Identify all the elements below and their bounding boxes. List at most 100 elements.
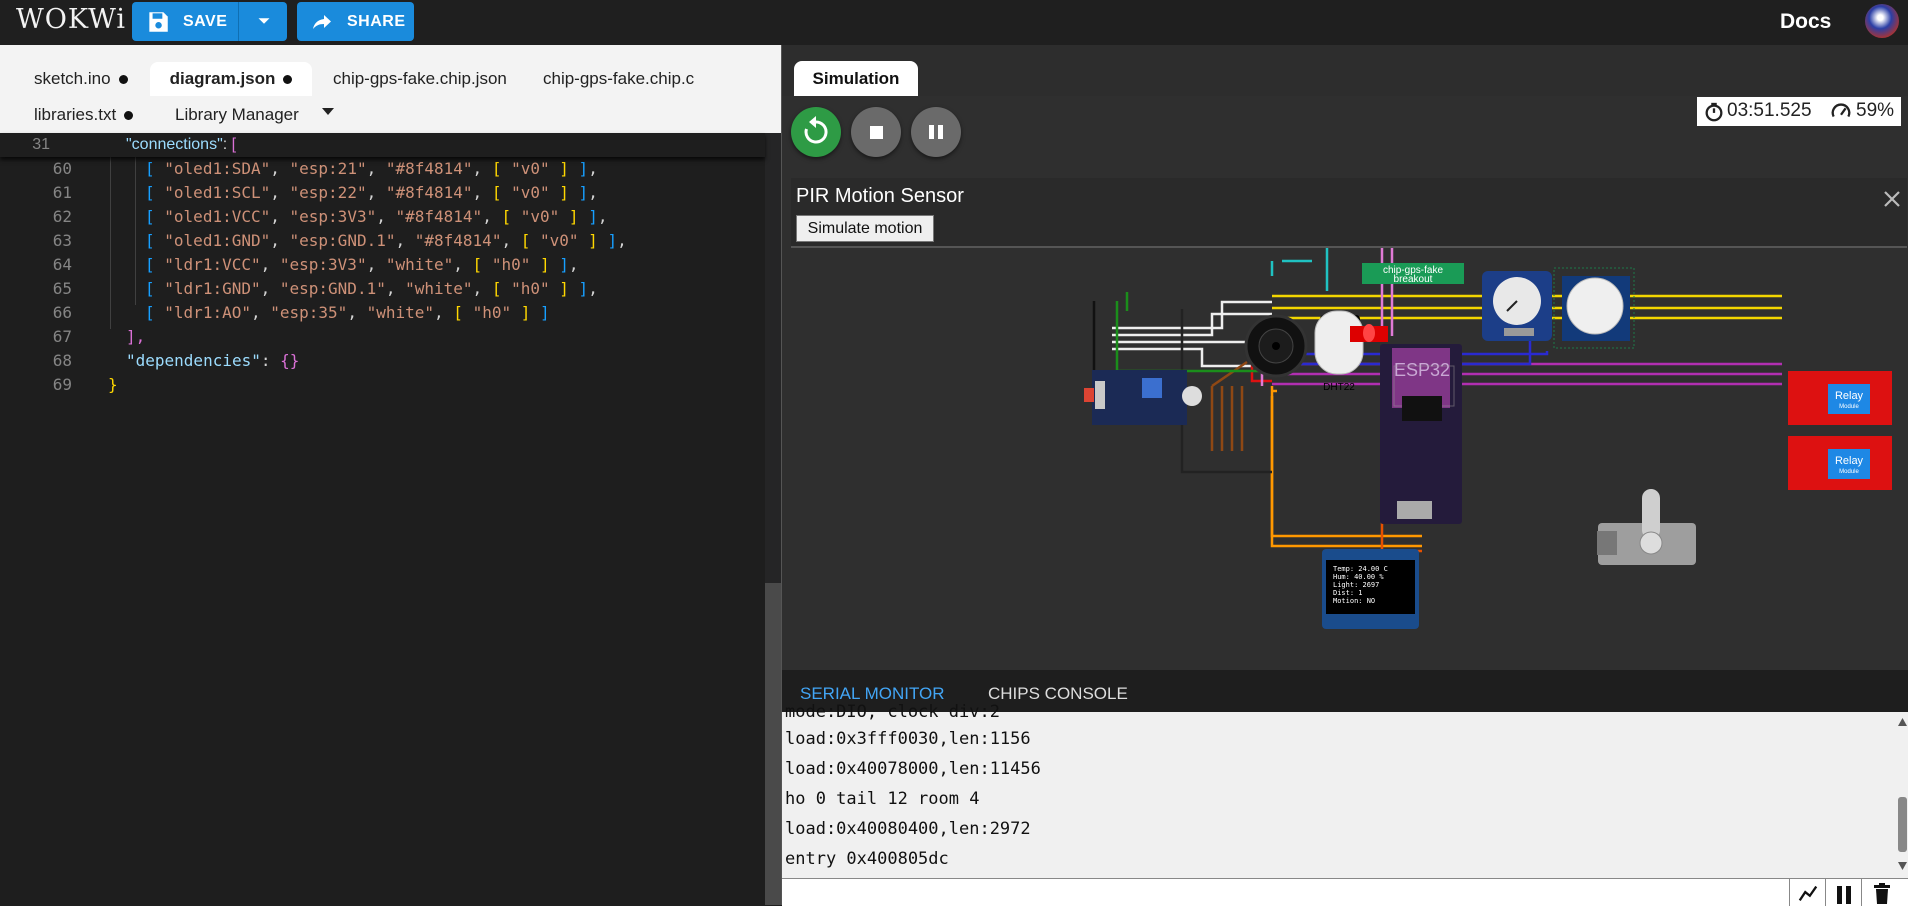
code-string: "esp:3V3" xyxy=(289,207,377,226)
speed-value: 59% xyxy=(1856,100,1895,121)
code-string: "h0" xyxy=(472,303,512,322)
pir-sensor-panel: PIR Motion Sensor Simulate motion xyxy=(791,178,1907,248)
scrollbar-thumb[interactable] xyxy=(1898,797,1907,852)
save-label: SAVE xyxy=(183,13,228,30)
oled-line-5: Motion: NO xyxy=(1333,597,1375,605)
code-line: 65[ "ldr1:GND", "esp:GND.1", "white", [ … xyxy=(0,277,765,301)
tab-label: diagram.json xyxy=(169,69,276,88)
line-number: 66 xyxy=(52,303,72,322)
simulate-motion-button[interactable]: Simulate motion xyxy=(796,215,934,242)
tab-chip-gps-fake-chip-json[interactable]: chip-gps-fake.chip.json xyxy=(333,62,507,96)
avatar[interactable] xyxy=(1865,4,1899,38)
serial-line: ho 0 tail 12 room 4 xyxy=(785,789,980,809)
scroll-up-arrow-icon[interactable] xyxy=(1898,718,1907,726)
tab-label: chip-gps-fake.chip.c xyxy=(543,69,695,88)
code-string: "esp:3V3" xyxy=(279,255,367,274)
pir-panel-title: PIR Motion Sensor xyxy=(796,185,964,207)
tab-chip-gps-fake-chip-c[interactable]: chip-gps-fake.chip.c xyxy=(543,62,694,96)
code-string: "ldr1:GND" xyxy=(164,279,261,298)
serial-line: load:0x40078000,len:11456 xyxy=(785,759,1041,779)
tab-diagram-json[interactable]: diagram.json xyxy=(150,62,312,96)
code-string: "v0" xyxy=(540,231,579,250)
serial-monitor-output[interactable]: mode:DIO, clock div:2 load:0x3fff0030,le… xyxy=(782,702,1897,878)
code-line: 60[ "oled1:SDA", "esp:21", "#8f4814", [ … xyxy=(0,157,765,181)
line-number: 68 xyxy=(52,351,72,370)
code-string: "oled1:VCC" xyxy=(164,207,271,226)
relay-2-sublabel: Module xyxy=(1839,469,1859,475)
simulation-tab-bar: Simulation xyxy=(782,45,1908,96)
code-string: "h0" xyxy=(491,255,531,274)
code-string: "white" xyxy=(366,303,435,322)
plotter-button[interactable] xyxy=(1789,879,1826,906)
line-number: 31 xyxy=(32,136,50,153)
code-line: 66[ "ldr1:AO", "esp:35", "white", [ "h0"… xyxy=(0,301,765,325)
tab-chips-console[interactable]: CHIPS CONSOLE xyxy=(988,684,1128,704)
pause-monitor-button[interactable] xyxy=(1825,879,1862,906)
code-string: "esp:21" xyxy=(289,159,367,178)
tab-library-manager[interactable]: Library Manager xyxy=(175,98,299,132)
code-line: 62[ "oled1:VCC", "esp:3V3", "#8f4814", [… xyxy=(0,205,765,229)
serial-input-bar[interactable] xyxy=(782,878,1908,906)
code-line: 67], xyxy=(0,325,765,349)
oled-line-2: Hum: 40.00 % xyxy=(1333,573,1384,581)
code-string: "oled1:SCL" xyxy=(164,183,271,202)
code-editor[interactable]: 60[ "oled1:SDA", "esp:21", "#8f4814", [ … xyxy=(0,133,765,905)
speedometer-icon xyxy=(1831,103,1851,118)
chart-line-icon xyxy=(1798,885,1818,901)
simulation-timer: 03:51.525 59% xyxy=(1697,97,1901,126)
save-button[interactable]: SAVE xyxy=(132,2,287,41)
code-string: "oled1:SDA" xyxy=(164,159,271,178)
wokwi-logo[interactable]: WOKWi xyxy=(16,4,126,35)
oled-line-4: Dist: 1 xyxy=(1333,589,1363,597)
code-line: 68 "dependencies": {} xyxy=(0,349,765,373)
serial-line: load:0x40080400,len:2972 xyxy=(785,819,1031,839)
serial-line: entry 0x400805dc xyxy=(785,849,949,869)
oled-line-1: Temp: 24.00 C xyxy=(1333,565,1388,573)
share-button[interactable]: SHARE xyxy=(297,2,414,41)
code-string: "esp:GND.1" xyxy=(289,231,396,250)
relay-1-sublabel: Module xyxy=(1839,404,1859,410)
chevron-down-icon[interactable] xyxy=(253,10,275,32)
code-string: "esp:35" xyxy=(270,303,348,322)
close-icon[interactable] xyxy=(1881,188,1903,210)
editor-scrollbar[interactable] xyxy=(765,133,781,905)
tab-simulation[interactable]: Simulation xyxy=(794,61,918,96)
unsaved-dot-icon xyxy=(118,75,128,85)
save-icon xyxy=(149,12,168,32)
tab-libraries-txt[interactable]: libraries.txt xyxy=(34,98,134,132)
line-number: 62 xyxy=(52,207,72,226)
gps-label-2: breakout xyxy=(1394,274,1433,285)
code-line: 61[ "oled1:SCL", "esp:22", "#8f4814", [ … xyxy=(0,181,765,205)
code-line: 63[ "oled1:GND", "esp:GND.1", "#8f4814",… xyxy=(0,229,765,253)
clear-monitor-button[interactable] xyxy=(1861,879,1908,906)
oled-line-3: Light: 2697 xyxy=(1333,581,1379,589)
unsaved-dot-icon xyxy=(283,75,293,85)
code-string: "esp:22" xyxy=(289,183,367,202)
code-text: } xyxy=(108,375,118,394)
editor-tab-bar: sketch.ino diagram.json chip-gps-fake.ch… xyxy=(0,45,781,134)
sticky-scroll-header[interactable]: 31 "connections": [ xyxy=(0,133,765,157)
code-line: 64[ "ldr1:VCC", "esp:3V3", "white", [ "h… xyxy=(0,253,765,277)
code-value: {} xyxy=(280,351,300,370)
tab-sketch-ino[interactable]: sketch.ino xyxy=(34,62,128,96)
scroll-down-arrow-icon[interactable] xyxy=(1898,862,1907,870)
code-string: "#8f4814" xyxy=(385,183,473,202)
stopwatch-icon xyxy=(1705,102,1723,122)
pause-icon xyxy=(1837,886,1851,904)
esp32-label: ESP32 xyxy=(1394,360,1450,380)
monitor-scrollbar[interactable] xyxy=(1897,712,1908,878)
code-string: "#8f4814" xyxy=(385,159,473,178)
tabs-overflow-chevron-icon[interactable] xyxy=(322,108,334,115)
line-number: 69 xyxy=(52,375,72,394)
line-number: 63 xyxy=(52,231,72,250)
dht22-label: DHT22 xyxy=(1323,382,1355,393)
led xyxy=(1363,324,1375,342)
save-split-divider xyxy=(238,2,239,41)
code-text: ], xyxy=(126,327,146,346)
code-string: "oled1:GND" xyxy=(164,231,271,250)
line-number: 67 xyxy=(52,327,72,346)
docs-link[interactable]: Docs xyxy=(1780,10,1831,34)
code-string: "v0" xyxy=(511,159,550,178)
code-string: "#8f4814" xyxy=(414,231,502,250)
scrollbar-thumb[interactable] xyxy=(765,583,781,905)
